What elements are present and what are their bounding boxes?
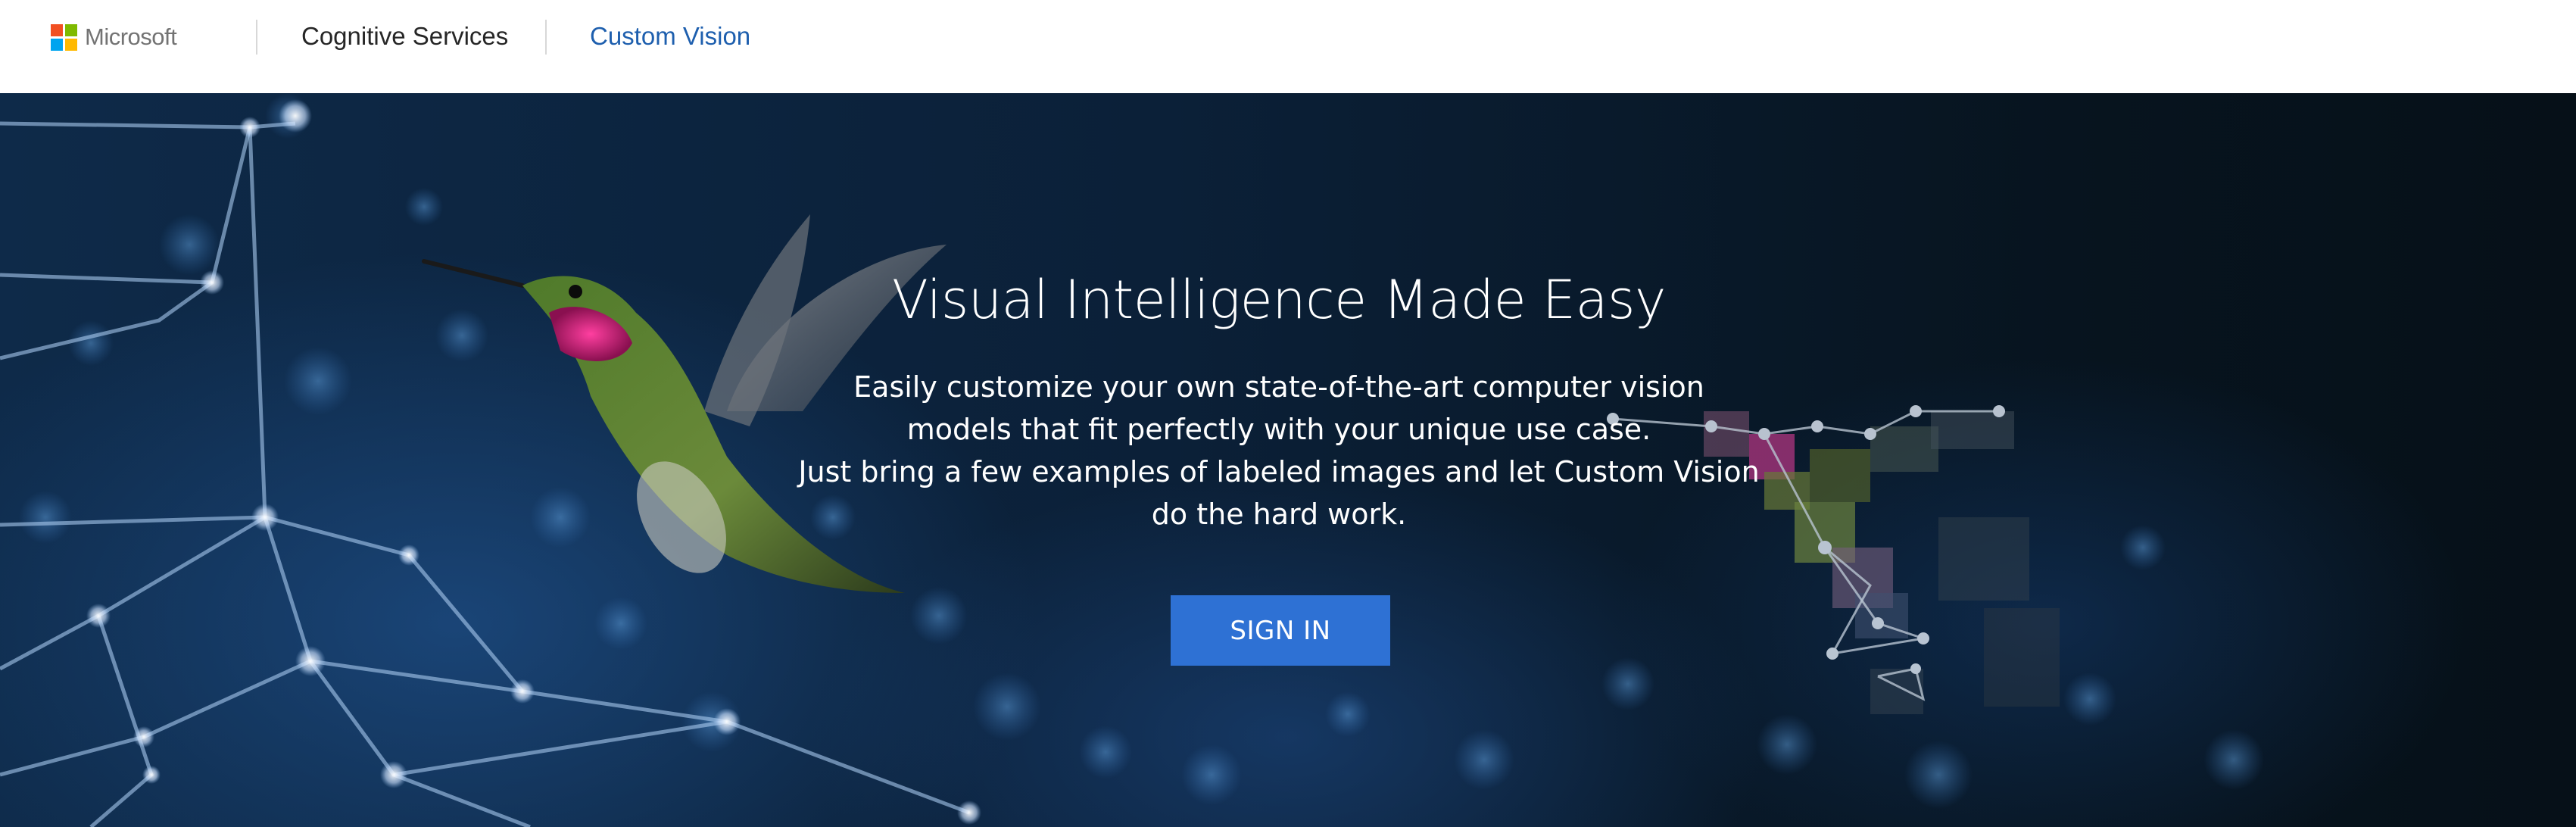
microsoft-logo-icon [51, 23, 77, 51]
hero-description-line: do the hard work. [1151, 498, 1407, 531]
sign-in-button[interactable]: SIGN IN [1171, 595, 1390, 666]
nav-link-cognitive-services[interactable]: Cognitive Services [301, 19, 508, 54]
microsoft-logo[interactable]: Microsoft [51, 23, 177, 51]
hero-title: Visual Intelligence Made Easy [892, 269, 1666, 331]
hero-description: Easily customize your own state-of-the-a… [757, 366, 1801, 535]
header-divider [545, 20, 547, 55]
nav-link-custom-vision[interactable]: Custom Vision [590, 19, 750, 54]
hero-description-line: Just bring a few examples of labeled ima… [798, 455, 1760, 488]
hero-description-line: models that fit perfectly with your uniq… [906, 413, 1651, 446]
header-divider [256, 20, 257, 55]
hero-description-line: Easily customize your own state-of-the-a… [853, 370, 1704, 404]
hero-banner: Visual Intelligence Made Easy Easily cus… [0, 93, 2576, 827]
top-header: Microsoft Cognitive Services Custom Visi… [0, 0, 2576, 93]
microsoft-wordmark: Microsoft [85, 23, 177, 50]
